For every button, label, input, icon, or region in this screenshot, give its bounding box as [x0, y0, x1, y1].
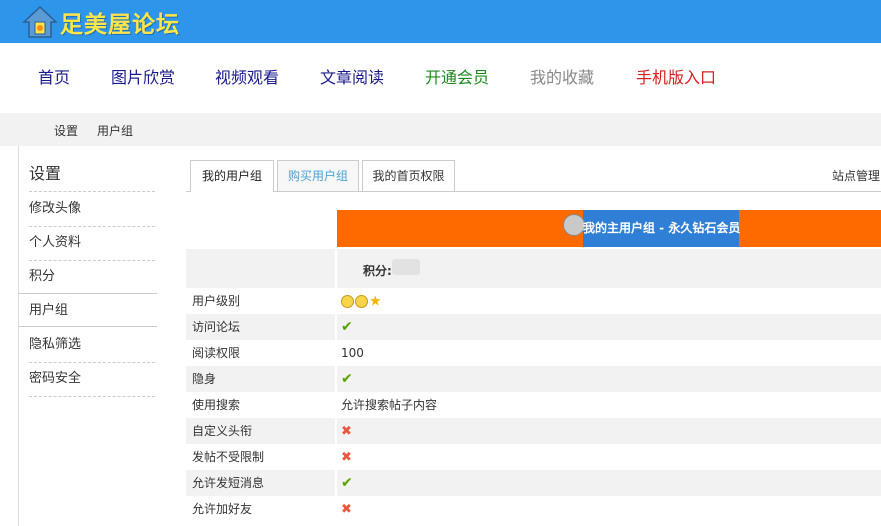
tab-buy-usergroup[interactable]: 购买用户组: [277, 160, 359, 191]
perm-label: 访问论坛: [186, 314, 335, 340]
perm-value: ✖: [337, 444, 881, 470]
table-row: 隐身 ✔: [186, 366, 881, 392]
main-nav: 首页 图片欣赏 视频观看 文章阅读 开通会员 我的收藏 手机版入口: [0, 43, 881, 113]
table-row: 阅读权限 100: [186, 340, 881, 366]
banner-text: 我的主用户组 - 永久钻石会员: [583, 221, 741, 235]
table-row: 访问论坛 ✔: [186, 314, 881, 340]
sidebar-title: 设置: [29, 164, 62, 183]
breadcrumb-item-settings[interactable]: 设置: [54, 122, 78, 139]
nav-item-videos[interactable]: 视频观看: [215, 67, 279, 89]
perm-label: 自定义头衔: [186, 418, 335, 444]
table-row: 允许加好友 ✖: [186, 496, 881, 522]
perm-value: ✖: [337, 496, 881, 522]
tab-homepage-permissions[interactable]: 我的首页权限: [362, 160, 455, 191]
nav-item-membership[interactable]: 开通会员: [425, 67, 489, 89]
sidebar-item-avatar[interactable]: 修改头像: [29, 192, 155, 226]
nav-item-favorites[interactable]: 我的收藏: [530, 67, 594, 89]
perm-label: 使用搜索: [192, 398, 241, 412]
sidebar-item-credits[interactable]: 积分: [29, 260, 155, 294]
nav-item-mobile[interactable]: 手机版入口: [636, 67, 716, 89]
top-header-bar: 足美屋论坛: [0, 0, 881, 43]
table-row: 自定义头衔 ✖: [186, 418, 881, 444]
perm-value: ✖: [337, 418, 881, 444]
perm-label: 用户级别: [192, 294, 241, 308]
tab-my-usergroup[interactable]: 我的用户组: [190, 160, 274, 192]
usergroup-content: 我的用户组 购买用户组 我的首页权限 站点管理 我的主用户组 - 永久钻石会员 …: [186, 146, 881, 526]
perm-value: 允许搜索帖子内容: [341, 398, 438, 412]
perm-value: 100: [341, 346, 364, 360]
nav-item-home[interactable]: 首页: [38, 67, 70, 89]
nav-item-pictures[interactable]: 图片欣赏: [111, 67, 175, 89]
sidebar-divider: [29, 396, 155, 397]
credit-label: 积分:: [363, 264, 392, 278]
settings-sidebar: 设置 修改头像 个人资料 积分 用户组 隐私筛选 密码安全: [18, 146, 157, 526]
check-icon: ✔: [341, 475, 353, 491]
table-row: 允许发短消息 ✔: [186, 470, 881, 496]
smiley-icon: [341, 295, 354, 308]
credit-row-right: 积分:: [337, 249, 881, 288]
table-row: 用户级别 ★: [186, 288, 881, 314]
perm-label: 允许发短消息: [186, 470, 335, 496]
site-management-link[interactable]: 站点管理: [832, 167, 880, 184]
breadcrumb-item-usergroup[interactable]: 用户组: [97, 122, 133, 139]
perm-label: 隐身: [186, 366, 335, 392]
perm-label: 允许加好友: [192, 502, 253, 516]
sidebar-item-profile[interactable]: 个人资料: [29, 226, 155, 260]
sidebar-item-usergroup[interactable]: 用户组: [29, 294, 155, 328]
perm-value: ✔: [337, 470, 881, 496]
table-row: 使用搜索 允许搜索帖子内容: [186, 392, 881, 418]
perm-label: 阅读权限: [192, 346, 241, 360]
logo-text: 足美屋论坛: [60, 12, 180, 38]
main-area: 设置 修改头像 个人资料 积分 用户组 隐私筛选 密码安全 我的用户组 购买用户…: [0, 146, 881, 526]
star-icon: ★: [369, 293, 382, 310]
cross-icon: ✖: [341, 424, 352, 439]
check-icon: ✔: [341, 371, 353, 387]
perm-value: ✔: [337, 366, 881, 392]
perm-value: ★: [337, 288, 881, 314]
usergroup-banner: 我的主用户组 - 永久钻石会员: [337, 210, 881, 247]
credit-row-left: [186, 249, 335, 288]
nav-item-articles[interactable]: 文章阅读: [320, 67, 384, 89]
cross-icon: ✖: [341, 450, 352, 465]
site-logo[interactable]: 足美屋论坛: [22, 4, 180, 40]
tab-underline: [186, 191, 881, 192]
check-icon: ✔: [341, 319, 353, 335]
perm-label: 发帖不受限制: [192, 450, 265, 464]
sidebar-item-password[interactable]: 密码安全: [29, 362, 155, 396]
sidebar-item-privacy[interactable]: 隐私筛选: [29, 328, 155, 362]
credit-row: 积分:: [186, 249, 881, 288]
avatar-circle-icon: [563, 214, 585, 236]
house-logo-icon: [22, 4, 58, 40]
perm-value: ✔: [337, 314, 881, 340]
smiley-icon: [355, 295, 368, 308]
cross-icon: ✖: [341, 502, 352, 517]
credit-value-blurred: [392, 259, 420, 275]
table-row: 发帖不受限制 ✖: [186, 444, 881, 470]
breadcrumb: 设置 用户组: [0, 113, 881, 146]
